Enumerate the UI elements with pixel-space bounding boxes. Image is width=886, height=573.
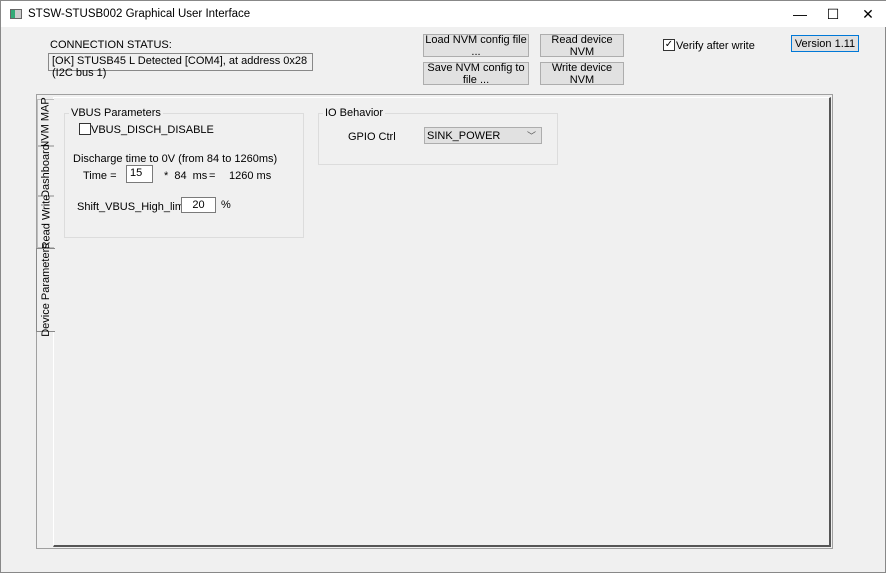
shift-vbus-unit: %	[221, 199, 231, 211]
time-label: Time =	[83, 170, 117, 182]
verify-checkbox[interactable]: ✓	[663, 39, 675, 51]
load-nvm-button[interactable]: Load NVM config file ...	[423, 34, 529, 58]
chevron-down-icon: ﹀	[526, 131, 536, 141]
connection-status-label: CONNECTION STATUS:	[50, 39, 172, 51]
minimize-button[interactable]: —	[783, 1, 817, 27]
tab-read-write[interactable]: Read Write	[37, 194, 54, 250]
tab-label: Device Parameters	[40, 243, 53, 337]
verify-label: Verify after write	[676, 40, 755, 52]
tab-label: Dashboard	[40, 144, 53, 198]
gpio-ctrl-label: GPIO Ctrl	[348, 131, 396, 143]
vbus-disch-disable-label: VBUS_DISCH_DISABLE	[91, 124, 214, 136]
shift-vbus-input[interactable]: 20	[181, 197, 216, 213]
discharge-time-label: Discharge time to 0V (from 84 to 1260ms)	[73, 153, 278, 165]
save-nvm-button[interactable]: Save NVM config to file ...	[423, 62, 529, 86]
window-title: STSW-STUSB002 Graphical User Interface	[28, 8, 251, 20]
vbus-disch-disable-checkbox[interactable]	[79, 123, 91, 135]
shift-vbus-label: Shift_VBUS_High_limit	[77, 201, 190, 213]
tab-label: NVM MAP	[40, 96, 52, 149]
maximize-button[interactable]: ☐	[816, 1, 850, 27]
discharge-result: 1260 ms	[229, 170, 272, 182]
equals-sign: =	[209, 170, 216, 182]
close-button[interactable]: ✕	[851, 1, 885, 27]
time-input[interactable]: 15	[126, 165, 153, 183]
vbus-group-title: VBUS Parameters	[69, 107, 163, 119]
version-button[interactable]: Version 1.11	[791, 35, 859, 52]
io-group-title: IO Behavior	[323, 107, 386, 119]
read-nvm-button[interactable]: Read device NVM	[540, 34, 624, 58]
time-multiplier: * 84 ms	[164, 170, 208, 182]
tab-label: Read Write	[40, 194, 53, 250]
connection-status-field: [OK] STUSB45 L Detected [COM4], at addre…	[48, 53, 313, 79]
tab-device-parameters[interactable]: Device Parameters	[36, 243, 55, 337]
gpio-ctrl-select[interactable]: SINK_POWER ﹀	[424, 127, 542, 144]
app-icon	[10, 9, 22, 19]
tab-dashboard[interactable]: Dashboard	[37, 144, 54, 198]
gpio-ctrl-value: SINK_POWER	[427, 129, 501, 142]
tab-nvm-map[interactable]: NVM MAP	[37, 96, 54, 149]
write-nvm-button[interactable]: Write device NVM	[540, 62, 624, 86]
